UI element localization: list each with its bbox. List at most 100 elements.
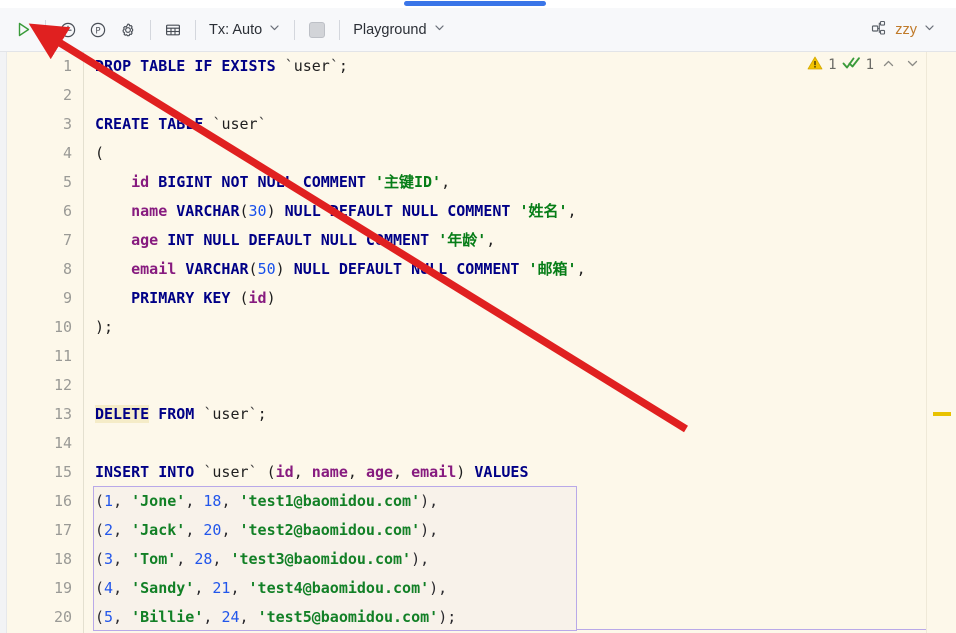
- schema-select[interactable]: Playground: [347, 16, 451, 44]
- commit-button[interactable]: [302, 15, 332, 45]
- code-line[interactable]: DROP TABLE IF EXISTS `user`;: [85, 52, 926, 81]
- circled-p-icon: P: [90, 22, 106, 37]
- sql-editor[interactable]: 1 2 3 4 5 6 7 8 9 10 11 12 13 14 15 16 1…: [7, 52, 926, 633]
- code-line[interactable]: name VARCHAR(30) NULL DEFAULT NULL COMME…: [85, 197, 926, 226]
- code-token: user: [221, 115, 258, 133]
- code-token: (: [95, 521, 105, 539]
- code-token: CREATE TABLE: [95, 115, 204, 133]
- table-view-button[interactable]: [158, 15, 188, 45]
- line-number: 12: [53, 376, 72, 394]
- settings-button[interactable]: [113, 15, 143, 45]
- code-token: ,: [113, 608, 132, 626]
- check-marks-icon: [842, 55, 861, 75]
- code-token: ,: [393, 463, 412, 481]
- ok-count: 1: [865, 57, 874, 73]
- code-token: 28: [194, 550, 213, 568]
- code-line[interactable]: email VARCHAR(50) NULL DEFAULT NULL COMM…: [85, 255, 926, 284]
- code-line[interactable]: [85, 81, 926, 110]
- code-token: `: [248, 405, 258, 423]
- code-line[interactable]: (4, 'Sandy', 21, 'test4@baomidou.com'),: [85, 574, 926, 603]
- error-stripe[interactable]: [926, 52, 956, 633]
- left-edge-strip: [0, 52, 7, 633]
- transaction-mode-select[interactable]: Tx: Auto: [203, 16, 287, 44]
- code-token: 20: [203, 521, 222, 539]
- code-token: ,: [113, 492, 132, 510]
- warning-triangle-icon: [807, 55, 823, 75]
- line-number: 17: [53, 521, 72, 539]
- code-token: `: [248, 463, 258, 481]
- code-token: ,: [203, 608, 222, 626]
- code-token: 24: [221, 608, 240, 626]
- error-stripe-marker[interactable]: [933, 412, 951, 416]
- code-token: 'Billie': [131, 608, 204, 626]
- code-line[interactable]: );: [85, 313, 926, 342]
- code-token: 'Tom': [131, 550, 177, 568]
- line-number: 11: [53, 347, 72, 365]
- history-button[interactable]: [53, 15, 83, 45]
- code-token: ,: [176, 550, 195, 568]
- code-line[interactable]: [85, 429, 926, 458]
- code-token: ,: [567, 202, 577, 220]
- code-token: ,: [221, 492, 240, 510]
- chevron-down-icon-inspection[interactable]: [903, 56, 922, 75]
- code-line[interactable]: DELETE FROM `user`;: [85, 400, 926, 429]
- code-token: );: [95, 318, 114, 336]
- code-token: 2: [104, 521, 114, 539]
- code-line[interactable]: [85, 371, 926, 400]
- square-icon: [309, 21, 326, 38]
- code-line[interactable]: (3, 'Tom', 28, 'test3@baomidou.com'),: [85, 545, 926, 574]
- toolbar-divider: [45, 19, 46, 40]
- code-token: (: [239, 202, 249, 220]
- svg-text:P: P: [95, 26, 100, 36]
- code-line[interactable]: PRIMARY KEY (id): [85, 284, 926, 313]
- code-token: ,: [113, 550, 132, 568]
- code-token: 1: [104, 492, 114, 510]
- code-token: ): [266, 202, 285, 220]
- code-line[interactable]: [85, 342, 926, 371]
- code-line[interactable]: (5, 'Billie', 24, 'test5@baomidou.com');: [85, 603, 926, 632]
- code-token: (: [248, 260, 258, 278]
- code-token: ): [275, 260, 294, 278]
- code-line[interactable]: (1, 'Jone', 18, 'test1@baomidou.com'),: [85, 487, 926, 516]
- code-token: ,: [230, 579, 249, 597]
- code-token: 'Jack': [131, 521, 186, 539]
- datasource-label: zzy: [895, 21, 917, 38]
- schema-label: Playground: [353, 21, 427, 38]
- chevron-up-icon[interactable]: [879, 56, 898, 75]
- datasource-select[interactable]: zzy: [865, 16, 942, 44]
- code-token: FROM: [158, 405, 195, 423]
- code-line[interactable]: (2, 'Jack', 20, 'test2@baomidou.com'),: [85, 516, 926, 545]
- active-tab-indicator: [404, 1, 546, 6]
- code-token: (: [230, 289, 249, 307]
- code-token: 'Sandy': [131, 579, 195, 597]
- run-execute-button[interactable]: [8, 15, 38, 45]
- code-token: user: [293, 57, 330, 75]
- code-token: (: [95, 144, 105, 162]
- code-line[interactable]: CREATE TABLE `user`: [85, 110, 926, 139]
- code-line[interactable]: id BIGINT NOT NULL COMMENT '主键ID',: [85, 168, 926, 197]
- code-token: 'Jone': [131, 492, 186, 510]
- database-nodes-icon: [871, 20, 889, 40]
- code-content[interactable]: DROP TABLE IF EXISTS `user`; CREATE TABL…: [85, 52, 926, 633]
- code-line[interactable]: INSERT INTO `user` (id, name, age, email…: [85, 458, 926, 487]
- line-number: 7: [62, 231, 72, 249]
- code-token: name: [311, 463, 348, 481]
- code-token: (: [95, 492, 105, 510]
- line-number: 10: [53, 318, 72, 336]
- code-token: DELETE: [95, 405, 150, 423]
- code-line[interactable]: age INT NULL DEFAULT NULL COMMENT '年龄',: [85, 226, 926, 255]
- code-token: ,: [113, 579, 132, 597]
- code-token: age: [365, 463, 394, 481]
- parameters-button[interactable]: P: [83, 15, 113, 45]
- toolbar-divider-2: [150, 19, 151, 40]
- code-token: ,: [486, 231, 496, 249]
- line-number: 14: [53, 434, 72, 452]
- code-token: 3: [104, 550, 114, 568]
- code-line[interactable]: (: [85, 139, 926, 168]
